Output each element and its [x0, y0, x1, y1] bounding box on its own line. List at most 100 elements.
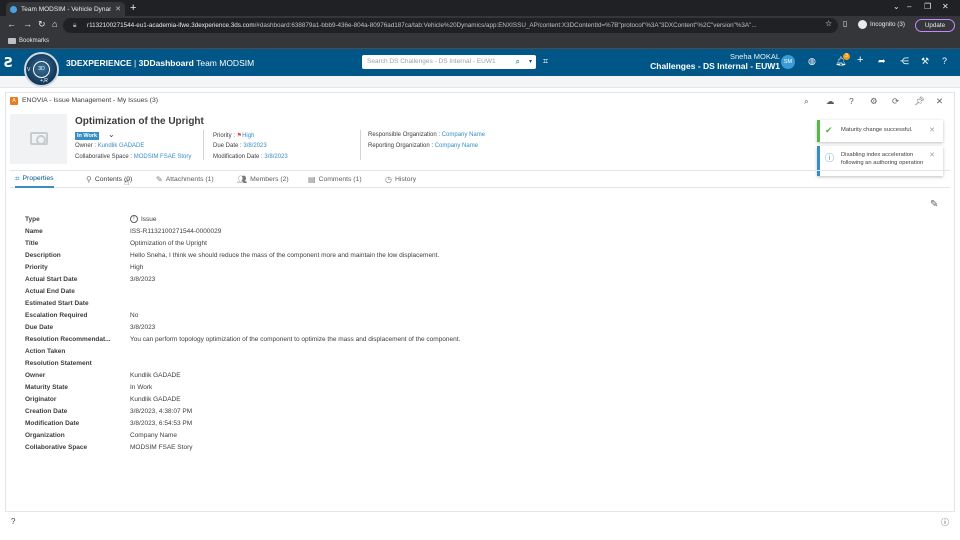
property-value: 3/8/2023 [130, 276, 156, 283]
property-value: You can perform topology optimization of… [130, 336, 461, 343]
gear-icon[interactable]: ⚙ [870, 96, 878, 107]
pin-icon[interactable]: 📌︎ [914, 96, 925, 107]
reload-icon[interactable]: ↻ [38, 19, 46, 30]
tab-members[interactable]: 👥︎ Members (2) [237, 171, 289, 188]
close-icon[interactable]: ✕ [936, 96, 943, 107]
property-label: Estimated Start Date [25, 300, 89, 307]
incognito-indicator[interactable]: Incognito (3) [858, 20, 905, 29]
help-icon[interactable]: ? [942, 56, 947, 66]
update-button[interactable]: Update [915, 19, 955, 32]
property-row: Due Date 3/8/2023 [25, 322, 725, 334]
tag-icon[interactable]: ⌗ [543, 56, 548, 67]
close-tab-icon[interactable]: ✕ [115, 5, 121, 13]
property-row: Priority High [25, 262, 725, 274]
share-network-icon[interactable]: ⋲ [900, 56, 909, 67]
close-icon[interactable]: ✕ [929, 126, 935, 134]
share-arrow-icon[interactable]: ➦ [878, 56, 886, 67]
ds-logo-icon[interactable]: Ꙅ [4, 55, 13, 71]
compass-icon[interactable]: 3D V +,R [24, 52, 59, 87]
new-tab-icon[interactable]: + [130, 2, 136, 14]
user-context[interactable]: Sneha MOKAL Challenges - DS Internal - E… [650, 52, 780, 71]
chevron-down-icon[interactable]: ⌄ [108, 130, 115, 139]
divider [360, 130, 361, 160]
info-icon[interactable]: ⓘ [941, 517, 949, 528]
folder-icon [8, 38, 16, 44]
reporting-org-link[interactable]: Company Name [435, 143, 478, 149]
home-icon[interactable]: ⌂ [52, 19, 57, 29]
property-row: Actual End Date [25, 286, 725, 298]
incognito-label: Incognito (3) [870, 21, 906, 28]
help-icon[interactable]: ? [849, 96, 854, 106]
collab-space-link[interactable]: MODSIM FSAE Story [134, 154, 192, 160]
back-icon[interactable]: ← [7, 19, 16, 29]
paperclip-icon: ✎ [156, 175, 163, 184]
modification-date-value[interactable]: 3/8/2023 [264, 154, 287, 160]
close-window-icon[interactable]: ✕ [942, 2, 949, 11]
search-icon[interactable]: ⌕ [516, 55, 520, 69]
browser-tab-title: Team MODSIM - Vehicle Dynami [21, 5, 112, 13]
search-scope-chevron-icon[interactable]: ▾ [529, 55, 532, 69]
messages-icon[interactable]: ◍ [808, 56, 816, 67]
responsible-org-link[interactable]: Company Name [442, 132, 485, 138]
tab-comments[interactable]: ▤ Comments (1) [308, 171, 362, 188]
property-row: Estimated Start Date [25, 298, 725, 310]
issue-type-icon: ! [130, 215, 138, 224]
property-label: Type [25, 216, 40, 223]
property-row: Collaborative Space MODSIM FSAE Story [25, 442, 725, 454]
property-row: Resolution Statement [25, 358, 725, 370]
bookmarks-bar: Bookmarks [0, 35, 960, 49]
owner-link[interactable]: Kundlik GADADE [98, 143, 145, 149]
browser-tab[interactable]: Team MODSIM - Vehicle Dynami ✕ [6, 2, 125, 16]
help-icon[interactable]: ? [11, 517, 15, 526]
collab-space-field: Collaborative Space : MODSIM FSAE Story [75, 154, 191, 160]
side-panel-icon[interactable]: ▯ [843, 19, 847, 28]
camera-icon [30, 132, 48, 145]
tab-favicon-icon [10, 5, 17, 13]
priority-value[interactable]: High [242, 133, 254, 139]
issue-thumbnail[interactable] [10, 114, 67, 164]
property-label: Organization [25, 432, 65, 439]
apps-icon[interactable]: ⚒ [921, 56, 929, 67]
responsible-org-field: Responsible Organization : Company Name [368, 132, 485, 138]
edit-pencil-icon[interactable]: ✎ [930, 199, 938, 210]
tab-properties[interactable]: ⌗ Properties [15, 171, 54, 188]
due-date-value[interactable]: 3/8/2023 [243, 143, 266, 149]
cloud-icon[interactable]: ☁ [826, 96, 835, 107]
minimize-icon[interactable]: – [907, 2, 911, 11]
tab-search-icon[interactable]: ⌄ [893, 2, 900, 11]
platform-topbar: Ꙅ 3DEXPERIENCE | 3DDashboard Team MODSIM… [0, 49, 960, 76]
search-icon[interactable]: ⌕ [804, 96, 809, 107]
url-host: r1132100271544-eu1-academia-ifwe.3dexper… [87, 22, 255, 29]
success-notification: ✔ Maturity change successful. ✕ [817, 120, 943, 142]
tab-history[interactable]: ◷ History [385, 171, 416, 188]
property-label: Resolution Statement [25, 360, 92, 367]
bookmarks-folder[interactable]: Bookmarks [8, 38, 49, 44]
add-icon[interactable]: + [857, 54, 863, 66]
property-value: Hello Sneha, I think we should reduce th… [130, 252, 440, 259]
maturity-state-badge[interactable]: In Work [75, 132, 100, 140]
tab-attachments[interactable]: ✎ Attachments (1) [156, 171, 214, 188]
history-icon: ◷ [385, 175, 392, 184]
property-label: Modification Date [25, 420, 80, 427]
close-icon[interactable]: ✕ [929, 151, 935, 159]
brand-team: Team MODSIM [196, 58, 255, 68]
notification-count-badge: 3 [843, 53, 850, 60]
property-row: Resolution Recommendat... You can perform… [25, 334, 725, 346]
refresh-icon[interactable]: ⟳ [892, 96, 899, 107]
tab-label: History [394, 176, 417, 183]
platform-search-input[interactable]: Search DS Challenges - DS Internal - EUW… [362, 55, 536, 69]
forward-icon[interactable]: → [23, 19, 32, 29]
avatar[interactable]: SM [781, 55, 795, 69]
priority-label: Priority : [213, 133, 237, 139]
issue-title: Optimization of the Upright [75, 116, 204, 127]
bookmark-star-icon[interactable]: ☆ [825, 19, 832, 28]
property-value: No [130, 312, 139, 319]
maximize-icon[interactable]: ❐ [924, 2, 931, 11]
property-label: Priority [25, 264, 48, 271]
members-icon: 👥︎ [237, 175, 248, 184]
property-label: Escalation Required [25, 312, 88, 319]
property-value: 3/8/2023, 4:38:07 PM [130, 408, 193, 415]
dashboard-tab-band [0, 76, 960, 88]
property-value: High [130, 264, 144, 271]
address-bar[interactable]: 🔒︎ r1132100271544-eu1-academia-ifwe.3dex… [63, 18, 838, 33]
